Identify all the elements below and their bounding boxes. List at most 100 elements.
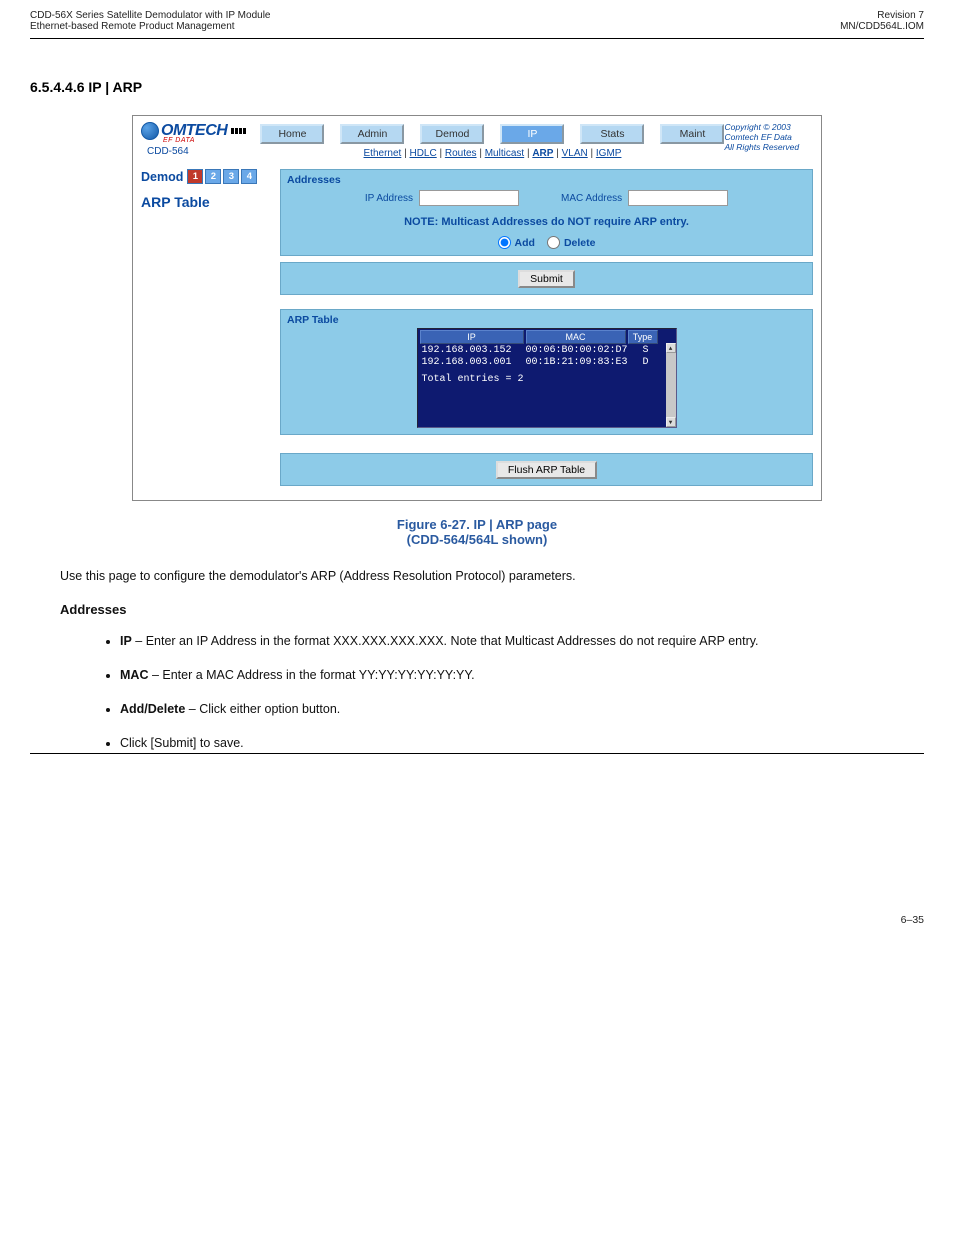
addresses-panel: Addresses IP Address MAC Address NOTE: M… xyxy=(280,169,813,256)
demod-btn-3[interactable]: 3 xyxy=(223,169,239,184)
copyright-line1: Copyright © 2003 xyxy=(724,122,813,132)
globe-icon xyxy=(141,122,159,140)
nav-area: Home Admin Demod IP Stats Maint Ethernet… xyxy=(260,122,724,159)
tab-demod[interactable]: Demod xyxy=(420,124,484,144)
doc-footer: 6–35 xyxy=(0,914,954,936)
radio-add-label[interactable]: Add xyxy=(498,236,535,249)
flush-panel: Flush ARP Table xyxy=(280,453,813,486)
table-row: 192.168.003.152 00:06:B0:00:02:D7 S xyxy=(418,345,676,357)
arp-total-entries: Total entries = 2 xyxy=(418,368,676,385)
scroll-down-icon[interactable]: ▼ xyxy=(666,417,676,427)
radio-delete-label[interactable]: Delete xyxy=(547,236,596,249)
submit-button[interactable]: Submit xyxy=(518,270,575,288)
bullet-label: MAC xyxy=(120,668,148,682)
figure-number: Figure 6-27. IP | ARP page xyxy=(397,517,557,532)
doc-header: CDD-56X Series Satellite Demodulator wit… xyxy=(0,0,954,32)
demod-btn-1[interactable]: 1 xyxy=(187,169,203,184)
logo-subtext: EF DATA xyxy=(163,137,195,144)
bullet-text: – Enter a MAC Address in the format YY:Y… xyxy=(148,668,474,682)
arp-col-type[interactable]: Type xyxy=(628,330,658,344)
tab-admin[interactable]: Admin xyxy=(340,124,404,144)
copyright-block: Copyright © 2003 Comtech EF Data All Rig… xyxy=(724,122,813,153)
main-tabs: Home Admin Demod IP Stats Maint xyxy=(260,124,724,144)
logo-bars-icon xyxy=(231,128,246,134)
arp-header-row: IP MAC Type xyxy=(418,329,676,345)
body-paragraph: Use this page to configure the demodulat… xyxy=(0,547,954,586)
copyright-line2: Comtech EF Data xyxy=(724,132,813,142)
main-column: Addresses IP Address MAC Address NOTE: M… xyxy=(280,163,813,486)
copyright-line3: All Rights Reserved xyxy=(724,142,813,152)
footer-rule xyxy=(30,753,924,754)
arp-cell-mac: 00:06:B0:00:02:D7 xyxy=(526,345,634,357)
bullet-text: Click [Submit] to save. xyxy=(120,736,244,750)
figure-note: (CDD-564/564L shown) xyxy=(407,532,548,547)
logo-block: OMTECH EF DATA CDD-564 xyxy=(141,122,260,157)
flush-arp-button[interactable]: Flush ARP Table xyxy=(496,461,597,479)
arp-cell-type: S xyxy=(634,345,658,357)
figure-caption: Figure 6-27. IP | ARP page (CDD-564/564L… xyxy=(0,517,954,547)
scroll-up-icon[interactable]: ▲ xyxy=(666,343,676,353)
address-row: IP Address MAC Address xyxy=(287,190,806,206)
bullet-label: Add/Delete xyxy=(120,702,185,716)
ip-address-label: IP Address xyxy=(365,193,413,204)
left-column: Demod 1 2 3 4 ARP Table xyxy=(141,163,276,486)
subtab-routes[interactable]: Routes xyxy=(445,148,477,159)
mac-address-label: MAC Address xyxy=(561,193,622,204)
mac-address-input[interactable] xyxy=(628,190,728,206)
tab-home[interactable]: Home xyxy=(260,124,324,144)
list-item: Add/Delete – Click either option button. xyxy=(120,699,894,719)
doc-header-left: CDD-56X Series Satellite Demodulator wit… xyxy=(30,10,270,32)
arp-table-title: ARP Table xyxy=(287,314,806,326)
arp-cell-mac: 00:1B:21:09:83:E3 xyxy=(526,357,634,369)
doc-header-left-line2: Ethernet-based Remote Product Management xyxy=(30,21,270,32)
subtab-igmp[interactable]: IGMP xyxy=(596,148,622,159)
radio-delete-text: Delete xyxy=(564,237,596,249)
arp-col-mac[interactable]: MAC xyxy=(526,330,626,344)
radio-add-text: Add xyxy=(515,237,535,249)
table-row: 192.168.003.001 00:1B:21:09:83:E3 D xyxy=(418,357,676,369)
app-top-bar: OMTECH EF DATA CDD-564 Home Admin Demod … xyxy=(133,116,821,161)
device-name: CDD-564 xyxy=(147,146,189,157)
doc-header-right: Revision 7 MN/CDD564L.IOM xyxy=(840,10,924,32)
ip-address-input[interactable] xyxy=(419,190,519,206)
demod-btn-4[interactable]: 4 xyxy=(241,169,257,184)
bullet-text: – Enter an IP Address in the format XXX.… xyxy=(132,634,759,648)
app-body: Demod 1 2 3 4 ARP Table Addresses IP Add… xyxy=(133,161,821,500)
demod-btn-2[interactable]: 2 xyxy=(205,169,221,184)
subtab-ethernet[interactable]: Ethernet xyxy=(364,148,402,159)
list-item: IP – Enter an IP Address in the format X… xyxy=(120,631,894,651)
subtab-vlan[interactable]: VLAN xyxy=(562,148,588,159)
arp-table-box: IP MAC Type 192.168.003.152 00:06:B0:00:… xyxy=(417,328,677,428)
demod-selector: Demod 1 2 3 4 xyxy=(141,169,276,184)
sub-tabs: Ethernet | HDLC | Routes | Multicast | A… xyxy=(364,148,622,159)
bullet-text: – Click either option button. xyxy=(185,702,340,716)
arp-cell-type: D xyxy=(634,357,658,369)
scrollbar[interactable]: ▲ ▼ xyxy=(666,343,676,427)
list-item: MAC – Enter a MAC Address in the format … xyxy=(120,665,894,685)
submit-panel: Submit xyxy=(280,262,813,295)
doc-header-left-line1: CDD-56X Series Satellite Demodulator wit… xyxy=(30,10,270,21)
radio-add[interactable] xyxy=(498,236,511,249)
add-delete-row: Add Delete xyxy=(287,236,806,249)
bullet-label: IP xyxy=(120,634,132,648)
tab-ip[interactable]: IP xyxy=(500,124,564,144)
arp-cell-ip: 192.168.003.152 xyxy=(422,345,526,357)
arp-cell-ip: 192.168.003.001 xyxy=(422,357,526,369)
multicast-note: NOTE: Multicast Addresses do NOT require… xyxy=(287,216,806,228)
page-title: ARP Table xyxy=(141,194,276,210)
tab-stats[interactable]: Stats xyxy=(580,124,644,144)
tab-maint[interactable]: Maint xyxy=(660,124,724,144)
radio-delete[interactable] xyxy=(547,236,560,249)
arp-table-panel: ARP Table IP MAC Type 192.168.003.152 00… xyxy=(280,309,813,435)
arp-col-ip[interactable]: IP xyxy=(420,330,524,344)
doc-header-right-line2: MN/CDD564L.IOM xyxy=(840,21,924,32)
doc-header-right-line1: Revision 7 xyxy=(840,10,924,21)
section-path: 6.5.4.4.6 IP | ARP xyxy=(0,39,954,105)
addresses-heading: Addresses xyxy=(0,586,954,617)
subtab-arp[interactable]: ARP xyxy=(532,148,553,159)
bullet-list: IP – Enter an IP Address in the format X… xyxy=(0,617,954,753)
subtab-hdlc[interactable]: HDLC xyxy=(409,148,436,159)
subtab-multicast[interactable]: Multicast xyxy=(485,148,524,159)
screenshot: OMTECH EF DATA CDD-564 Home Admin Demod … xyxy=(132,115,822,501)
list-item: Click [Submit] to save. xyxy=(120,733,894,753)
